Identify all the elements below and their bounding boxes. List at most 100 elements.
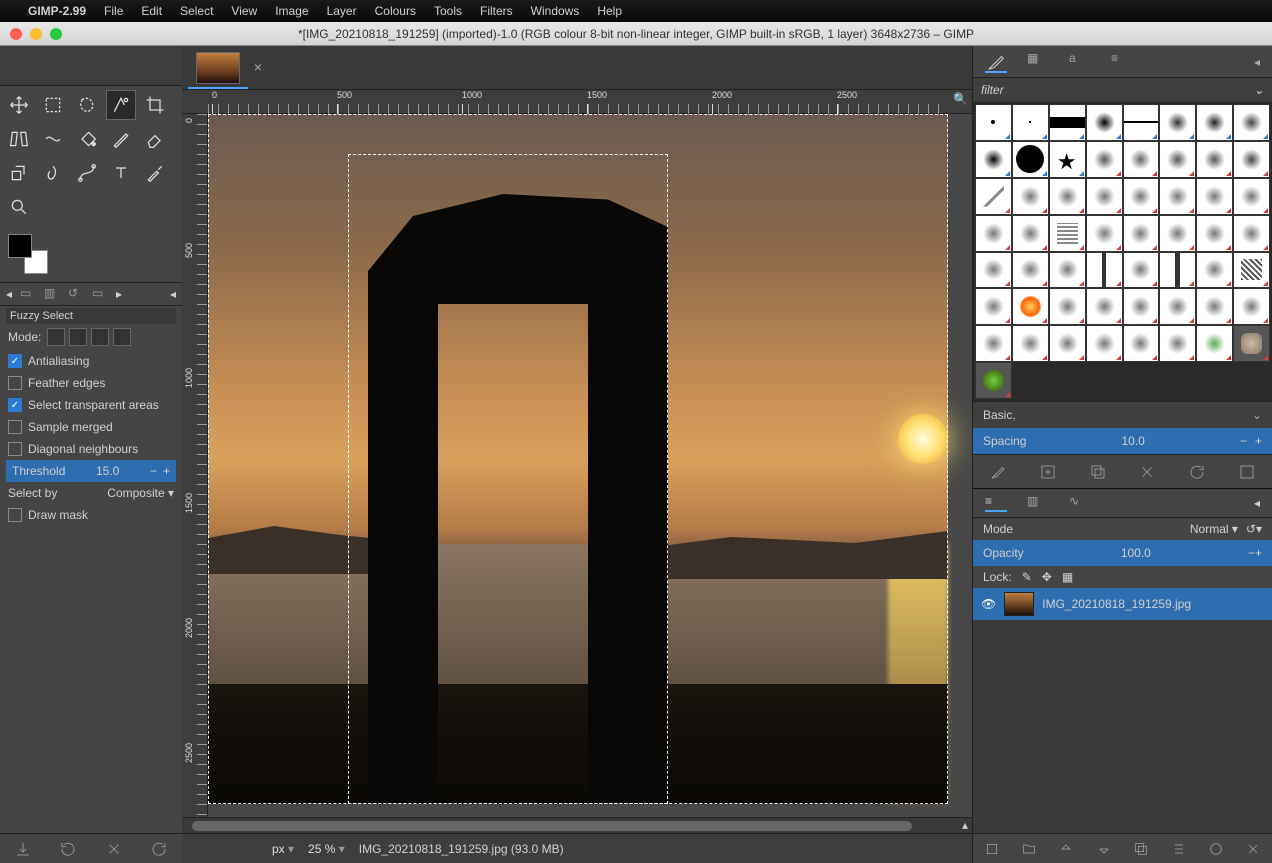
brush-item[interactable]: [1086, 325, 1123, 362]
chevron-down-icon[interactable]: ⌄: [1252, 408, 1262, 422]
menu-view[interactable]: View: [231, 4, 257, 18]
layer-name[interactable]: IMG_20210818_191259.jpg: [1042, 597, 1191, 611]
delete-options-icon[interactable]: [105, 840, 123, 858]
device-status-tab[interactable]: ▥: [44, 286, 60, 302]
brush-item[interactable]: ★: [1049, 141, 1086, 178]
brush-item[interactable]: [1086, 288, 1123, 325]
transform-tool[interactable]: [4, 124, 34, 154]
next-tab-icon[interactable]: ▸: [116, 287, 122, 301]
zoom-window-button[interactable]: [50, 28, 62, 40]
brush-item[interactable]: [1086, 104, 1123, 141]
opacity-slider[interactable]: Opacity 100.0 −+: [973, 540, 1272, 566]
drawmask-checkbox[interactable]: [8, 508, 22, 522]
diagonal-checkbox[interactable]: [8, 442, 22, 456]
brush-item[interactable]: [1049, 104, 1086, 141]
brush-name-bar[interactable]: Basic, ⌄: [973, 401, 1272, 428]
brush-item[interactable]: [1233, 104, 1270, 141]
open-as-image-icon[interactable]: [1238, 463, 1256, 481]
brush-item[interactable]: [1196, 104, 1233, 141]
brush-item[interactable]: [1049, 325, 1086, 362]
lock-pixels-icon[interactable]: ✎: [1022, 570, 1032, 584]
undo-history-tab[interactable]: ↺: [68, 286, 84, 302]
horizontal-scrollbar[interactable]: ▴: [182, 817, 972, 833]
brush-item[interactable]: [1012, 252, 1049, 289]
brush-item[interactable]: [975, 252, 1012, 289]
brush-item[interactable]: [1086, 252, 1123, 289]
brush-item[interactable]: [1233, 215, 1270, 252]
menu-colours[interactable]: Colours: [375, 4, 416, 18]
brush-item[interactable]: [1159, 104, 1196, 141]
visibility-icon[interactable]: 👁: [981, 597, 996, 611]
brush-item[interactable]: [1159, 215, 1196, 252]
menu-help[interactable]: Help: [597, 4, 622, 18]
dock-menu-icon[interactable]: ◂: [170, 287, 176, 301]
brush-item[interactable]: [975, 141, 1012, 178]
brush-item[interactable]: [1233, 178, 1270, 215]
layer-row[interactable]: 👁 IMG_20210818_191259.jpg: [973, 588, 1272, 620]
refresh-brush-icon[interactable]: [1188, 463, 1206, 481]
new-group-icon[interactable]: [1021, 841, 1037, 857]
move-tool[interactable]: [4, 90, 34, 120]
tool-options-tab[interactable]: ▭: [20, 286, 36, 302]
brush-item[interactable]: [1196, 215, 1233, 252]
threshold-minus[interactable]: −: [150, 464, 157, 478]
brush-item[interactable]: [1123, 104, 1160, 141]
crop-tool[interactable]: [140, 90, 170, 120]
brush-item[interactable]: [1233, 288, 1270, 325]
brush-item[interactable]: [975, 325, 1012, 362]
spacing-plus[interactable]: +: [1255, 434, 1262, 448]
minimize-window-button[interactable]: [30, 28, 42, 40]
mode-intersect[interactable]: [113, 328, 131, 346]
prev-tab-icon[interactable]: ◂: [6, 287, 12, 301]
transparent-checkbox[interactable]: [8, 398, 22, 412]
fg-color[interactable]: [8, 234, 32, 258]
zoom-dropdown[interactable]: 25 %: [308, 842, 345, 856]
layers-empty-area[interactable]: [973, 620, 1272, 833]
brush-item[interactable]: [1196, 325, 1233, 362]
mode-replace[interactable]: [47, 328, 65, 346]
brush-item[interactable]: [1123, 325, 1160, 362]
brushes-tab[interactable]: [985, 51, 1007, 73]
zoom-tool[interactable]: [4, 192, 34, 222]
brush-item[interactable]: [1123, 252, 1160, 289]
brush-item[interactable]: [1233, 141, 1270, 178]
brush-item[interactable]: [1086, 178, 1123, 215]
duplicate-brush-icon[interactable]: [1089, 463, 1107, 481]
history-tab[interactable]: ≡: [1111, 51, 1133, 73]
duplicate-layer-icon[interactable]: [1133, 841, 1149, 857]
menu-tools[interactable]: Tools: [434, 4, 462, 18]
brush-item[interactable]: [1159, 325, 1196, 362]
brush-item[interactable]: [1159, 288, 1196, 325]
new-layer-icon[interactable]: [984, 841, 1000, 857]
delete-layer-icon[interactable]: [1245, 841, 1261, 857]
brush-item[interactable]: [1049, 178, 1086, 215]
menu-filters[interactable]: Filters: [480, 4, 513, 18]
color-swatch[interactable]: [8, 234, 48, 274]
restore-options-icon[interactable]: [59, 840, 77, 858]
navigation-icon[interactable]: ▴: [962, 818, 968, 832]
rect-select-tool[interactable]: [38, 90, 68, 120]
sample-merged-checkbox[interactable]: [8, 420, 22, 434]
antialias-checkbox[interactable]: [8, 354, 22, 368]
paintbrush-tool[interactable]: [106, 124, 136, 154]
threshold-plus[interactable]: +: [163, 464, 170, 478]
brush-item[interactable]: [1123, 178, 1160, 215]
menu-windows[interactable]: Windows: [531, 4, 580, 18]
new-brush-icon[interactable]: [1039, 463, 1057, 481]
lower-layer-icon[interactable]: [1096, 841, 1112, 857]
fuzzy-select-tool[interactable]: [106, 90, 136, 120]
brush-item[interactable]: [1196, 252, 1233, 289]
selectby-dropdown[interactable]: Composite ▾: [107, 486, 174, 500]
chevron-down-icon[interactable]: ⌄: [1254, 83, 1264, 97]
mode-add[interactable]: [69, 328, 87, 346]
brush-item[interactable]: [1012, 215, 1049, 252]
horizontal-ruler[interactable]: 0 500 1000 1500 2000 2500 🔍: [182, 90, 972, 114]
merge-layer-icon[interactable]: [1171, 841, 1187, 857]
app-name[interactable]: GIMP-2.99: [28, 4, 86, 18]
menu-file[interactable]: File: [104, 4, 123, 18]
opacity-minus[interactable]: −: [1248, 546, 1255, 560]
brush-item[interactable]: [975, 288, 1012, 325]
lock-alpha-icon[interactable]: ▦: [1062, 570, 1073, 584]
spacing-minus[interactable]: −: [1240, 434, 1247, 448]
brush-item[interactable]: [1049, 215, 1086, 252]
